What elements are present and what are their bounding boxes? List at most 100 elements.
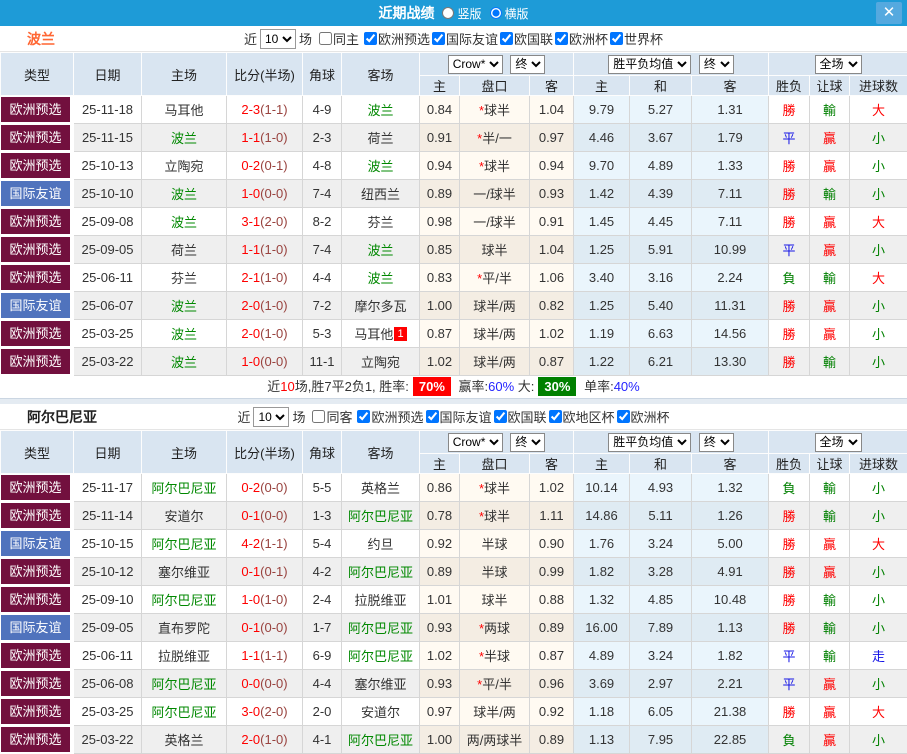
goals-result-cell: 小 bbox=[850, 614, 907, 642]
odds-away-cell: 1.11 bbox=[530, 502, 574, 530]
summary-segment: 近 bbox=[267, 379, 280, 394]
fulltime-select[interactable]: 全场 bbox=[815, 433, 862, 452]
match-row: 欧洲预选25-10-12塞尔维亚0-1(0-1)4-2阿尔巴尼亚0.89半球0.… bbox=[1, 558, 907, 586]
match-count-select[interactable]: 10 bbox=[253, 407, 289, 427]
avg-home-cell: 4.89 bbox=[574, 642, 630, 670]
avg-final-select[interactable]: 终 bbox=[699, 433, 734, 452]
league-filter[interactable]: 国际友谊 bbox=[424, 407, 492, 426]
league-filter[interactable]: 欧洲杯 bbox=[553, 29, 608, 48]
league-filter[interactable]: 欧地区杯 bbox=[547, 407, 615, 426]
league-checkbox[interactable] bbox=[357, 410, 370, 423]
vertical-radio[interactable] bbox=[442, 7, 454, 19]
result-cell: 勝 bbox=[769, 348, 810, 376]
same-side-checkbox[interactable] bbox=[319, 32, 332, 45]
avg-group-header: 胜平负均值 终 bbox=[574, 431, 769, 454]
league-checkbox[interactable] bbox=[432, 32, 445, 45]
league-checkbox[interactable] bbox=[426, 410, 439, 423]
league-filter[interactable]: 欧洲预选 bbox=[362, 29, 430, 48]
result-cell: 平 bbox=[769, 670, 810, 698]
col-handicap: 盘口 bbox=[460, 454, 530, 474]
avg-select[interactable]: 胜平负均值 bbox=[608, 55, 691, 74]
league-checkbox[interactable] bbox=[364, 32, 377, 45]
odds-away-cell: 0.82 bbox=[530, 292, 574, 320]
odds-home-cell: 1.02 bbox=[420, 642, 460, 670]
avg-away-cell: 11.31 bbox=[692, 292, 769, 320]
match-row: 欧洲预选25-09-08波兰3-1(2-0)8-2芬兰0.98一/球半0.911… bbox=[1, 208, 907, 236]
avg-select[interactable]: 胜平负均值 bbox=[608, 433, 691, 452]
away-team-cell: 英格兰 bbox=[342, 474, 420, 502]
result-cell: 勝 bbox=[769, 152, 810, 180]
league-filter[interactable]: 世界杯 bbox=[608, 29, 663, 48]
odds-away-cell: 0.94 bbox=[530, 152, 574, 180]
goals-result-cell: 小 bbox=[850, 502, 907, 530]
league-filter[interactable]: 欧洲预选 bbox=[355, 407, 423, 426]
league-filter[interactable]: 欧国联 bbox=[498, 29, 553, 48]
match-row: 欧洲预选25-03-25波兰2-0(1-0)5-3马耳他10.87球半/两1.0… bbox=[1, 320, 907, 348]
league-filters: 欧洲预选国际友谊欧国联欧地区杯欧洲杯 bbox=[355, 407, 669, 426]
league-type-cell: 国际友谊 bbox=[1, 292, 74, 320]
league-filter[interactable]: 欧洲杯 bbox=[615, 407, 670, 426]
summary-segment: 赢率: bbox=[455, 379, 488, 394]
goals-result-cell: 小 bbox=[850, 320, 907, 348]
handicap-cell: 球半/两 bbox=[460, 348, 530, 376]
handicap-cell: *球半 bbox=[460, 474, 530, 502]
result-cell: 平 bbox=[769, 124, 810, 152]
odds-final-select[interactable]: 终 bbox=[510, 433, 545, 452]
avg-final-select[interactable]: 终 bbox=[699, 55, 734, 74]
away-team-cell: 安道尔 bbox=[342, 698, 420, 726]
layout-option-vertical[interactable]: 竖版 bbox=[442, 5, 481, 22]
asian-result-cell: 輸 bbox=[810, 96, 850, 124]
avg-draw-cell: 4.85 bbox=[630, 586, 692, 614]
league-checkbox[interactable] bbox=[617, 410, 630, 423]
handicap-cell: *两球 bbox=[460, 614, 530, 642]
asian-result-cell: 輸 bbox=[810, 348, 850, 376]
same-side-filter[interactable]: 同客 bbox=[308, 407, 352, 426]
odds-away-cell: 0.90 bbox=[530, 530, 574, 558]
horizontal-radio-label: 横版 bbox=[505, 5, 529, 22]
close-icon[interactable]: ✕ bbox=[876, 2, 902, 24]
corner-cell: 2-3 bbox=[303, 124, 342, 152]
goals-result-cell: 大 bbox=[850, 698, 907, 726]
home-team-cell: 安道尔 bbox=[142, 502, 227, 530]
corner-cell: 7-2 bbox=[303, 292, 342, 320]
away-team-cell: 芬兰 bbox=[342, 208, 420, 236]
score-cell: 1-1(1-0) bbox=[227, 124, 303, 152]
handicap-cell: *球半 bbox=[460, 152, 530, 180]
goals-result-cell: 小 bbox=[850, 558, 907, 586]
col-date: 日期 bbox=[74, 53, 142, 96]
match-count-select[interactable]: 10 bbox=[260, 29, 296, 49]
col-avg-draw: 和 bbox=[630, 76, 692, 96]
same-side-checkbox[interactable] bbox=[312, 410, 325, 423]
odds-final-select[interactable]: 终 bbox=[510, 55, 545, 74]
fulltime-select[interactable]: 全场 bbox=[815, 55, 862, 74]
col-handicap: 盘口 bbox=[460, 76, 530, 96]
league-checkbox[interactable] bbox=[610, 32, 623, 45]
layout-option-horizontal[interactable]: 横版 bbox=[490, 5, 529, 22]
league-filter[interactable]: 欧国联 bbox=[492, 407, 547, 426]
avg-away-cell: 2.21 bbox=[692, 670, 769, 698]
league-checkbox[interactable] bbox=[494, 410, 507, 423]
bookmaker-select[interactable]: Crow* bbox=[448, 55, 503, 74]
corner-cell: 4-9 bbox=[303, 96, 342, 124]
league-checkbox[interactable] bbox=[500, 32, 513, 45]
filters: 近 10 场 同客 欧洲预选国际友谊欧国联欧地区杯欧洲杯 bbox=[237, 407, 669, 427]
avg-away-cell: 10.99 bbox=[692, 236, 769, 264]
avg-away-cell: 14.56 bbox=[692, 320, 769, 348]
date-cell: 25-10-10 bbox=[74, 180, 142, 208]
filter-row: 阿尔巴尼亚 近 10 场 同客 欧洲预选国际友谊欧国联欧地区杯欧洲杯 bbox=[0, 404, 907, 430]
odds-home-cell: 0.89 bbox=[420, 558, 460, 586]
bookmaker-select[interactable]: Crow* bbox=[448, 433, 503, 452]
score-cell: 4-2(1-1) bbox=[227, 530, 303, 558]
league-type-cell: 欧洲预选 bbox=[1, 670, 74, 698]
result-cell: 勝 bbox=[769, 96, 810, 124]
odds-away-cell: 0.87 bbox=[530, 642, 574, 670]
league-checkbox[interactable] bbox=[555, 32, 568, 45]
near-label: 近 bbox=[237, 407, 250, 426]
same-side-filter[interactable]: 同主 bbox=[315, 29, 359, 48]
home-team-cell: 波兰 bbox=[142, 180, 227, 208]
league-checkbox[interactable] bbox=[549, 410, 562, 423]
avg-draw-cell: 7.95 bbox=[630, 726, 692, 754]
horizontal-radio[interactable] bbox=[490, 7, 502, 19]
league-filter[interactable]: 国际友谊 bbox=[430, 29, 498, 48]
away-team-cell: 波兰 bbox=[342, 236, 420, 264]
